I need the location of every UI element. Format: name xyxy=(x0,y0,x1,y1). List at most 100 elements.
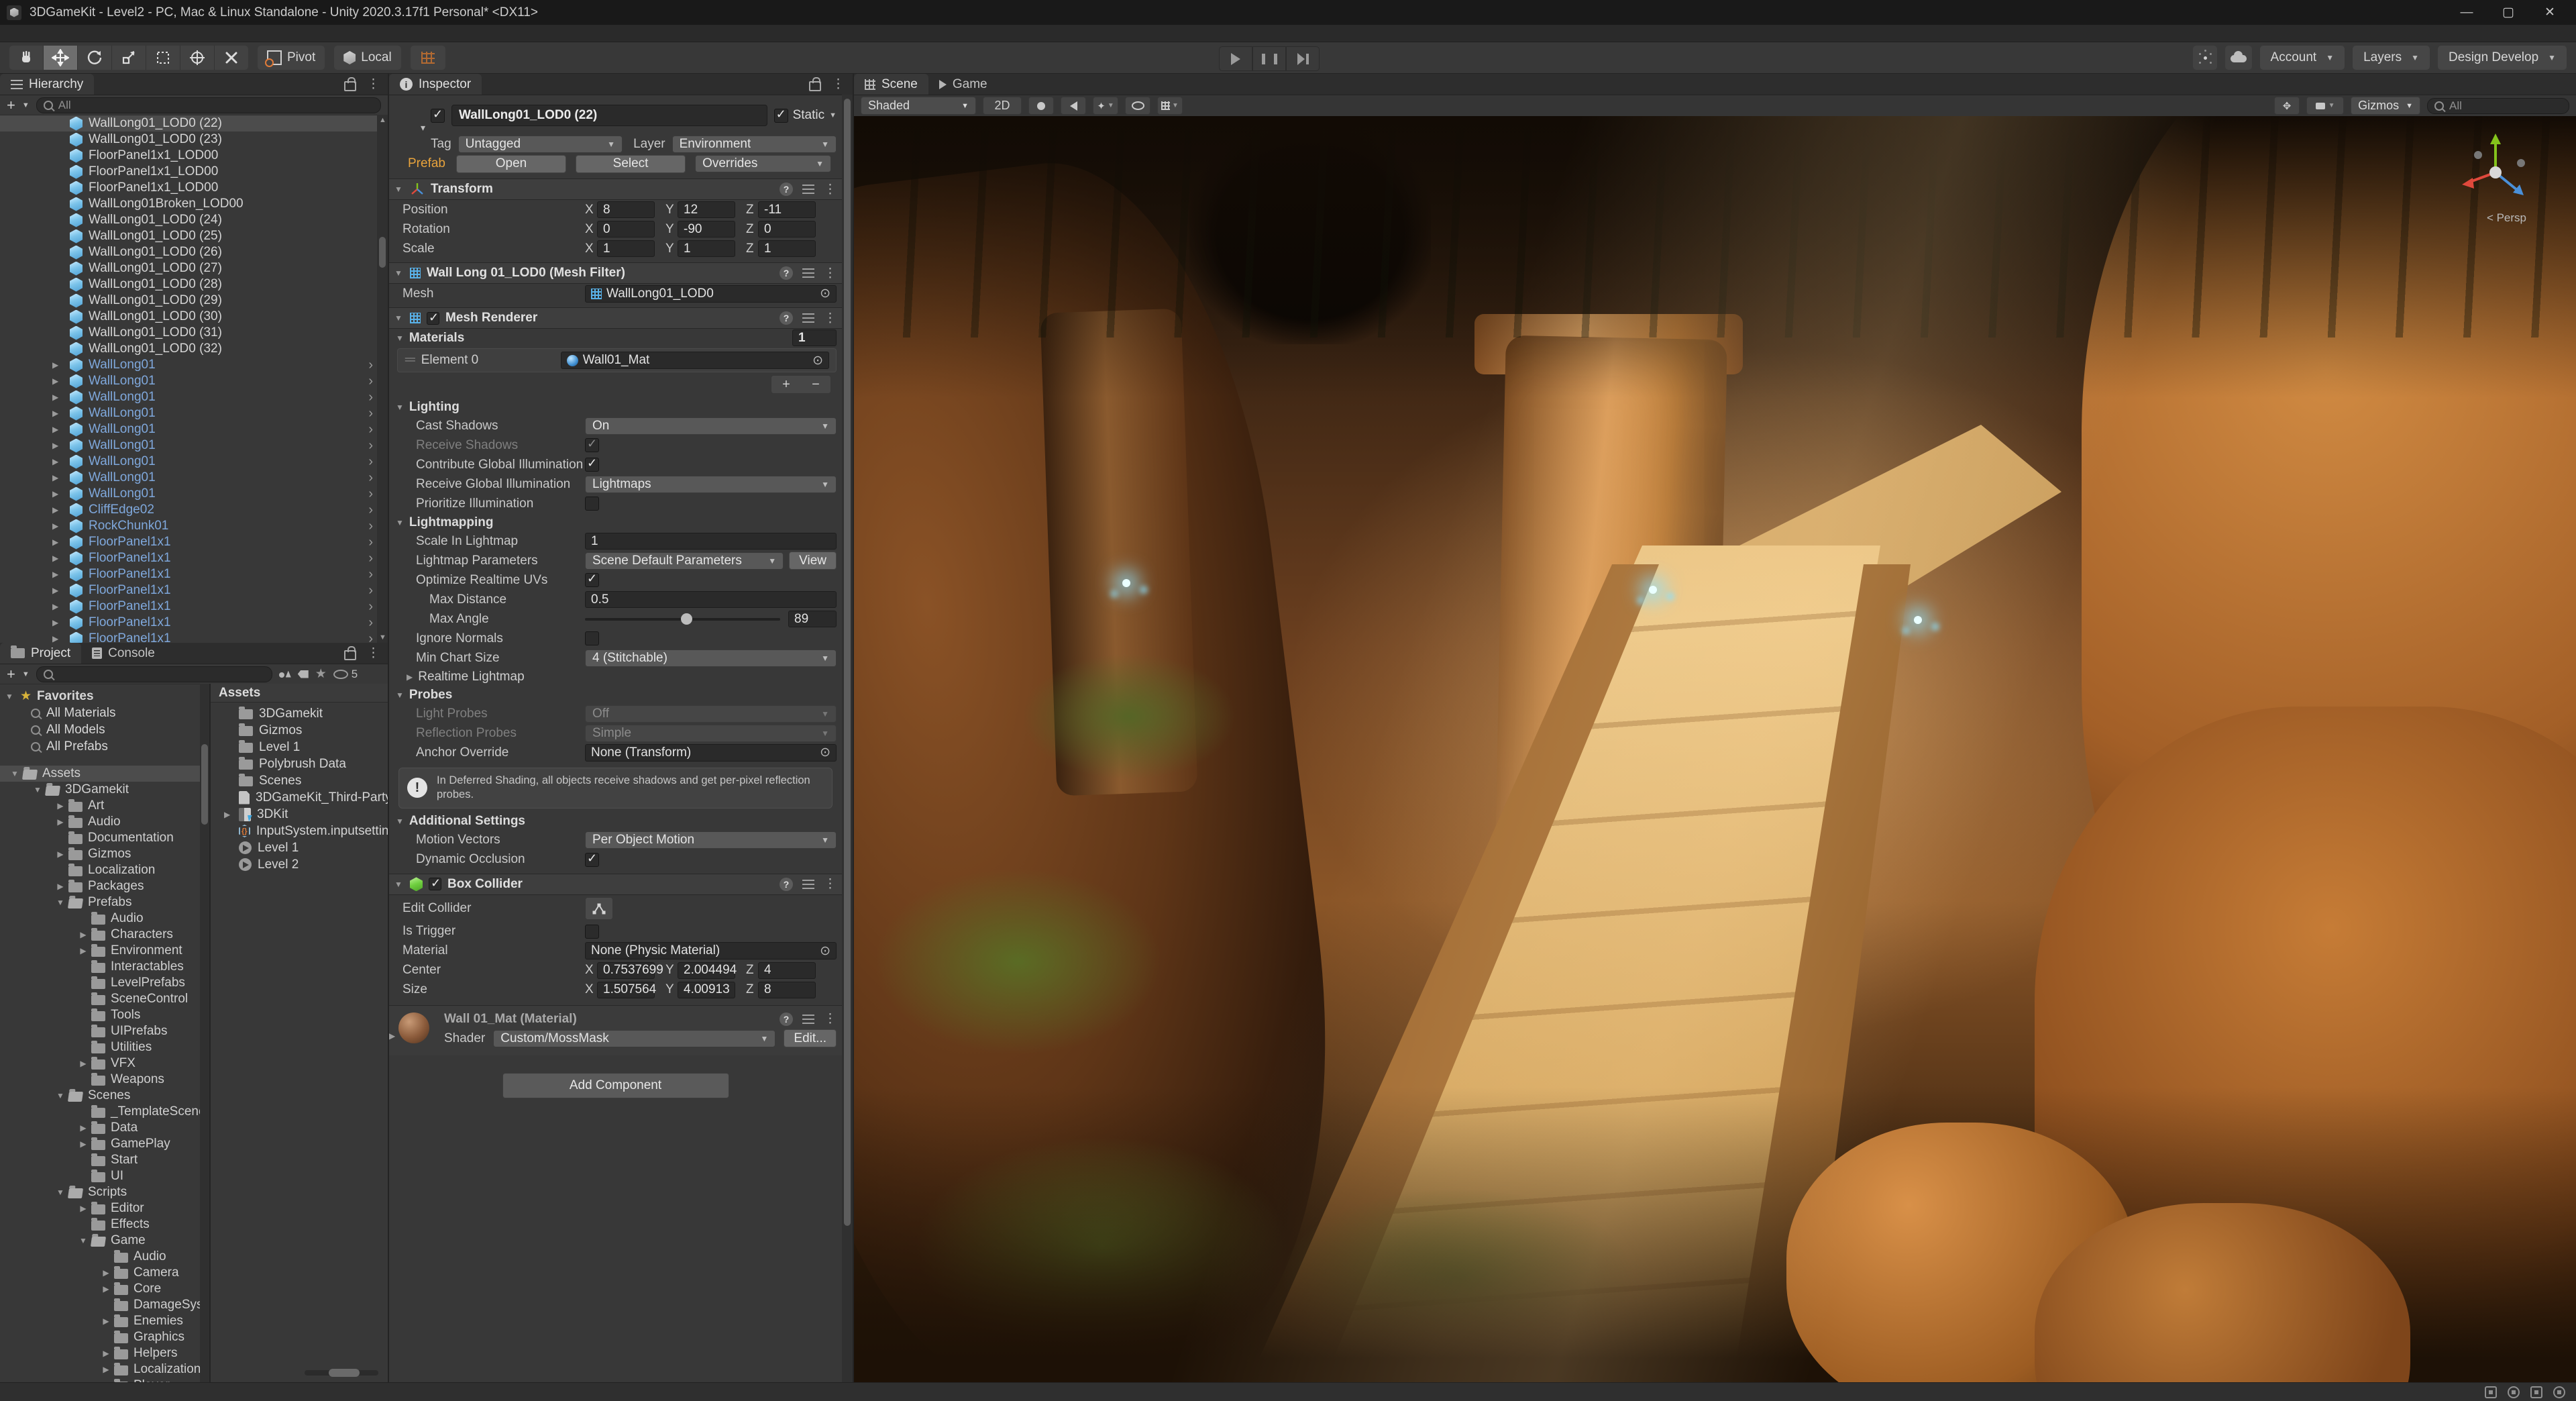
prefab-open-chevron-icon[interactable]: › xyxy=(368,535,373,550)
hierarchy-item[interactable]: ▶ FloorPanel1x1 › xyxy=(0,550,388,566)
hierarchy-item[interactable]: ▶ WallLong01_LOD0 (25) › xyxy=(0,228,388,244)
prefab-open-chevron-icon[interactable]: › xyxy=(368,374,373,389)
hierarchy-item[interactable]: ▶ FloorPanel1x1 › xyxy=(0,599,388,615)
tree-folder-row[interactable]: SceneControl xyxy=(0,991,209,1007)
move-tool-icon[interactable] xyxy=(44,46,78,70)
expand-arrow-icon[interactable] xyxy=(52,898,68,907)
tree-folder-row[interactable]: Camera xyxy=(0,1265,209,1281)
hidden-packages-toggle[interactable]: 5 xyxy=(333,668,358,681)
layer-dropdown[interactable]: Environment▼ xyxy=(672,136,837,153)
project-search-input[interactable] xyxy=(36,666,272,682)
hierarchy-item[interactable]: ▶ WallLong01_LOD0 (30) › xyxy=(0,309,388,325)
favorites-root[interactable]: ★ Favorites xyxy=(0,688,209,705)
tab-console[interactable]: Console xyxy=(81,643,166,664)
tree-folder-row[interactable]: _TemplateScene xyxy=(0,1104,209,1120)
shader-dropdown[interactable]: Custom/MossMask▼ xyxy=(493,1030,775,1047)
scroll-down-icon[interactable]: ▼ xyxy=(379,633,386,641)
account-dropdown[interactable]: Account▼ xyxy=(2260,46,2345,70)
favorites-all-materials[interactable]: All Materials xyxy=(0,705,209,721)
hierarchy-item[interactable]: ▶ WallLong01_LOD0 (31) › xyxy=(0,325,388,341)
foldout-arrow-icon[interactable]: ▼ xyxy=(396,333,404,343)
play-button[interactable] xyxy=(1219,46,1252,71)
remove-element-button[interactable]: − xyxy=(812,377,820,393)
hierarchy-item[interactable]: ▶ WallLong01 › xyxy=(0,389,388,405)
reflection-probes-dropdown[interactable]: Simple▼ xyxy=(585,725,837,742)
hierarchy-item[interactable]: ▶ WallLong01 › xyxy=(0,357,388,373)
scene-3d-viewport[interactable]: < Persp xyxy=(854,116,2576,1382)
favorites-all-prefabs[interactable]: All Prefabs xyxy=(0,738,209,755)
expand-arrow-icon[interactable]: ▶ xyxy=(52,618,70,627)
prefab-open-chevron-icon[interactable]: › xyxy=(368,454,373,470)
hierarchy-search-input[interactable]: All xyxy=(36,97,381,113)
tree-folder-row[interactable]: Audio xyxy=(0,814,209,830)
material-thumbnail[interactable] xyxy=(398,1013,429,1043)
chevron-down-icon[interactable]: ▼ xyxy=(22,670,30,678)
prefab-open-chevron-icon[interactable]: › xyxy=(368,486,373,502)
materials-foldout[interactable]: ▼ Materials 1 xyxy=(389,329,842,347)
hierarchy-item[interactable]: ▶ FloorPanel1x1 › xyxy=(0,615,388,631)
hierarchy-item[interactable]: ▶ FloorPanel1x1 › xyxy=(0,534,388,550)
static-toggle[interactable]: Static ▼ xyxy=(774,108,837,123)
tree-folder-row[interactable]: Environment xyxy=(0,943,209,959)
foldout-arrow-icon[interactable]: ▶ xyxy=(389,1031,395,1041)
menu-item[interactable] xyxy=(223,25,244,42)
expand-arrow-icon[interactable]: ▶ xyxy=(52,554,70,563)
expand-arrow-icon[interactable] xyxy=(52,817,68,827)
expand-arrow-icon[interactable] xyxy=(98,1268,114,1278)
max-angle-slider[interactable] xyxy=(585,618,780,621)
add-component-button[interactable]: Add Component xyxy=(502,1073,729,1098)
2d-toggle[interactable]: 2D xyxy=(983,97,1022,115)
prefab-select-button[interactable]: Select xyxy=(576,155,686,173)
expand-arrow-icon[interactable] xyxy=(75,1123,91,1133)
hierarchy-item[interactable]: ▶ FloorPanel1x1_LOD00 › xyxy=(0,164,388,180)
scrollbar-thumb[interactable] xyxy=(844,99,851,1226)
optimize-realtime-uvs-checkbox[interactable] xyxy=(585,573,599,587)
tree-folder-row[interactable]: DamageSystem xyxy=(0,1297,209,1313)
scene-lighting-toggle[interactable] xyxy=(1028,97,1054,115)
lock-icon[interactable] xyxy=(344,81,356,91)
scene-tools-icon[interactable]: ✥ xyxy=(2274,97,2300,115)
tree-folder-row[interactable]: Characters xyxy=(0,927,209,943)
menu-item[interactable] xyxy=(180,25,201,42)
hierarchy-item[interactable]: ▶ WallLong01 › xyxy=(0,470,388,486)
hierarchy-item[interactable]: ▶ WallLong01 › xyxy=(0,437,388,454)
prefab-open-chevron-icon[interactable]: › xyxy=(368,390,373,405)
tree-folder-row[interactable]: Data xyxy=(0,1120,209,1136)
tree-folder-row[interactable]: Localization xyxy=(0,862,209,878)
component-enabled-checkbox[interactable] xyxy=(427,312,439,325)
expand-arrow-icon[interactable]: ▶ xyxy=(52,425,70,434)
center-x-field[interactable]: 0.7537699 xyxy=(597,962,655,979)
lighting-foldout[interactable]: ▼Lighting xyxy=(389,398,842,416)
tree-folder-row[interactable]: UIPrefabs xyxy=(0,1023,209,1039)
expand-arrow-icon[interactable]: ▶ xyxy=(52,586,70,595)
hierarchy-item[interactable]: ▶ WallLong01_LOD0 (27) › xyxy=(0,260,388,276)
hierarchy-item[interactable]: ▶ FloorPanel1x1_LOD00 › xyxy=(0,180,388,196)
foldout-arrow-icon[interactable]: ▼ xyxy=(394,313,404,323)
scale-x-field[interactable]: 1 xyxy=(597,240,655,257)
add-gameobject-button[interactable]: + xyxy=(7,98,15,113)
shader-edit-button[interactable]: Edit... xyxy=(784,1029,837,1047)
menu-item[interactable] xyxy=(8,25,30,42)
help-icon[interactable]: ? xyxy=(780,1013,793,1026)
lightmap-parameters-dropdown[interactable]: Scene Default Parameters▼ xyxy=(585,552,784,570)
receive-gi-dropdown[interactable]: Lightmaps▼ xyxy=(585,476,837,493)
hierarchy-item[interactable]: ▶ CliffEdge02 › xyxy=(0,502,388,518)
tree-folder-row[interactable]: Game xyxy=(0,1233,209,1249)
hierarchy-item[interactable]: ▶ FloorPanel1x1_LOD00 › xyxy=(0,148,388,164)
tab-inspector[interactable]: i Inspector xyxy=(389,74,482,95)
static-checkbox[interactable] xyxy=(774,109,788,123)
anchor-override-field[interactable]: None (Transform)⊙ xyxy=(585,744,837,762)
hierarchy-item[interactable]: ▶ WallLong01 › xyxy=(0,486,388,502)
cast-shadows-dropdown[interactable]: On▼ xyxy=(585,417,837,435)
prefab-open-chevron-icon[interactable]: › xyxy=(368,567,373,582)
rotation-x-field[interactable]: 0 xyxy=(597,221,655,238)
prioritize-illumination-checkbox[interactable] xyxy=(585,497,599,511)
asset-row[interactable]: ▶ Level 1 xyxy=(211,839,388,856)
asset-row[interactable]: ▶ Polybrush Data xyxy=(211,756,388,772)
scale-y-field[interactable]: 1 xyxy=(678,240,735,257)
hand-tool-icon[interactable] xyxy=(9,46,44,70)
layout-dropdown[interactable]: Design Develop▼ xyxy=(2438,46,2567,70)
rect-tool-icon[interactable] xyxy=(146,46,180,70)
expand-arrow-icon[interactable] xyxy=(75,1139,91,1149)
menu-item[interactable] xyxy=(72,25,94,42)
